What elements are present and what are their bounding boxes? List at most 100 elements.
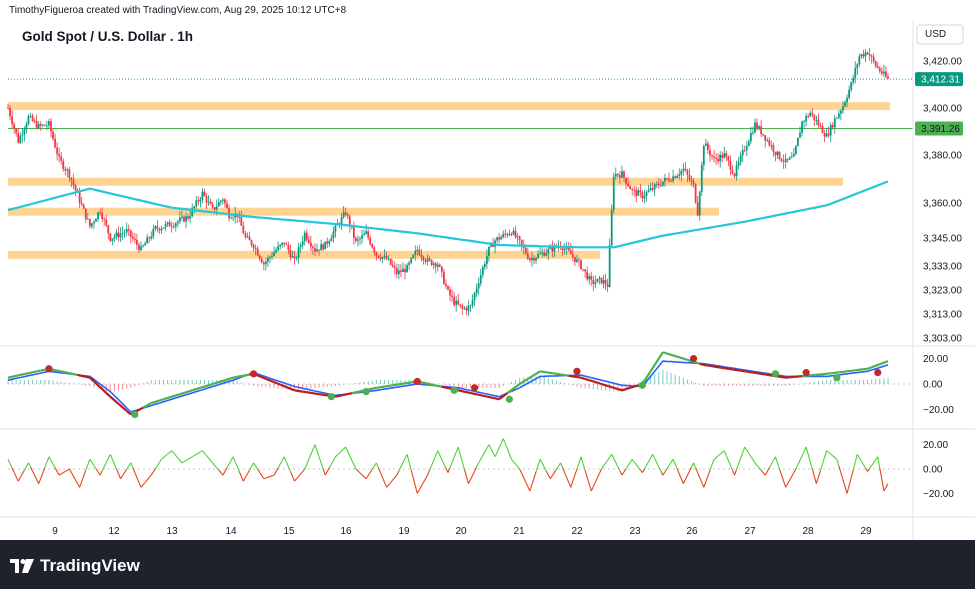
- candle-body: [312, 246, 314, 249]
- candle: [823, 130, 826, 143]
- osc-segment: [506, 448, 510, 455]
- candle: [52, 128, 54, 141]
- osc-segment: [562, 467, 566, 473]
- osc-segment: [646, 461, 650, 466]
- candle-body: [303, 232, 306, 242]
- candle: [17, 128, 20, 144]
- price-pane[interactable]: [7, 47, 913, 316]
- wt-tick-label: 0.00: [923, 380, 943, 391]
- osc-segment: [437, 450, 441, 456]
- candle: [125, 222, 128, 237]
- candle: [645, 190, 648, 202]
- candle: [723, 146, 726, 159]
- candle: [400, 264, 402, 278]
- candle: [635, 186, 638, 203]
- candle-body: [633, 189, 636, 191]
- tradingview-brand[interactable]: TradingView: [10, 556, 140, 576]
- osc-segment: [860, 460, 864, 465]
- osc-segment: [412, 477, 416, 486]
- candle: [862, 49, 865, 59]
- candle-body: [232, 217, 235, 219]
- candle-body: [580, 260, 582, 270]
- candle-body: [377, 255, 380, 258]
- candle-body: [307, 239, 310, 243]
- osc-segment: [637, 466, 641, 471]
- wavetrend-pane[interactable]: [7, 351, 913, 419]
- osc-segment: [748, 453, 752, 457]
- wt-main-segment: [842, 370, 848, 373]
- osc-segment: [228, 460, 232, 465]
- candle: [578, 257, 580, 267]
- wt-main-segment: [834, 371, 840, 374]
- candle: [107, 224, 110, 240]
- wt-main-segment: [191, 388, 197, 392]
- osc-segment: [656, 462, 660, 468]
- osc-segment: [11, 467, 15, 473]
- osc-segment: [388, 482, 392, 486]
- osc-segment: [652, 454, 656, 459]
- candle: [359, 236, 361, 246]
- candle-body: [573, 256, 576, 262]
- osc-segment: [719, 451, 723, 455]
- wt-main-segment: [629, 385, 635, 389]
- candle-body: [668, 178, 670, 181]
- price-tick-label: 3,400.00: [923, 104, 962, 115]
- candle: [582, 269, 584, 272]
- price-tick-label: 3,303.00: [923, 334, 962, 345]
- candle: [684, 161, 687, 173]
- wt-cross-dot: [638, 381, 647, 389]
- wt-main-segment: [56, 369, 62, 373]
- osc-segment: [472, 470, 476, 476]
- candle-body: [205, 195, 208, 203]
- chart-canvas[interactable]: 3,420.00 3,400.00 3,380.00 3,360.00 3,345.00…: [0, 0, 975, 589]
- wt-main-segment: [670, 353, 676, 358]
- candle: [594, 275, 597, 289]
- candle: [772, 142, 775, 157]
- osc-segment: [396, 470, 400, 476]
- candle: [113, 234, 116, 243]
- candle: [813, 114, 816, 127]
- wt-main-segment: [384, 384, 389, 388]
- candle-body: [862, 54, 865, 57]
- candle-body: [455, 300, 458, 305]
- osc-segment: [836, 459, 840, 467]
- wt-main-segment: [179, 391, 185, 396]
- candle-body: [807, 115, 810, 117]
- candle-body: [504, 233, 507, 235]
- candle-body: [82, 204, 85, 209]
- wt-main-segment: [695, 361, 701, 365]
- wt-main-segment: [564, 374, 569, 377]
- osc-segment: [386, 484, 390, 488]
- candle-body: [252, 245, 255, 249]
- osc-segment: [521, 473, 525, 479]
- candle-body: [803, 121, 805, 123]
- candle: [700, 161, 703, 196]
- candle-body: [860, 54, 863, 57]
- osc-segment: [676, 468, 680, 475]
- wt-main-segment: [580, 376, 586, 380]
- candle-body: [690, 179, 693, 182]
- candle: [150, 231, 153, 241]
- currency-label[interactable]: USD: [925, 29, 946, 40]
- candle: [852, 74, 855, 86]
- candle-body: [273, 252, 275, 257]
- osc-segment: [584, 470, 588, 478]
- osc-segment: [167, 451, 171, 455]
- candle: [121, 226, 124, 240]
- oscillator-pane[interactable]: [7, 438, 913, 494]
- osc-segment: [68, 468, 72, 473]
- osc-segment: [27, 462, 32, 468]
- candle: [58, 147, 61, 163]
- osc-segment: [502, 438, 506, 444]
- wt-main-segment: [871, 364, 877, 369]
- candle: [463, 305, 466, 310]
- chart-title[interactable]: Gold Spot / U.S. Dollar . 1h: [22, 29, 193, 44]
- candle-body: [195, 200, 198, 207]
- candle: [774, 151, 777, 162]
- candle-body: [201, 191, 204, 200]
- wt-main-segment: [662, 351, 668, 355]
- candle: [488, 246, 490, 262]
- candle-body: [129, 230, 132, 237]
- candle: [807, 113, 810, 119]
- candle: [539, 246, 541, 255]
